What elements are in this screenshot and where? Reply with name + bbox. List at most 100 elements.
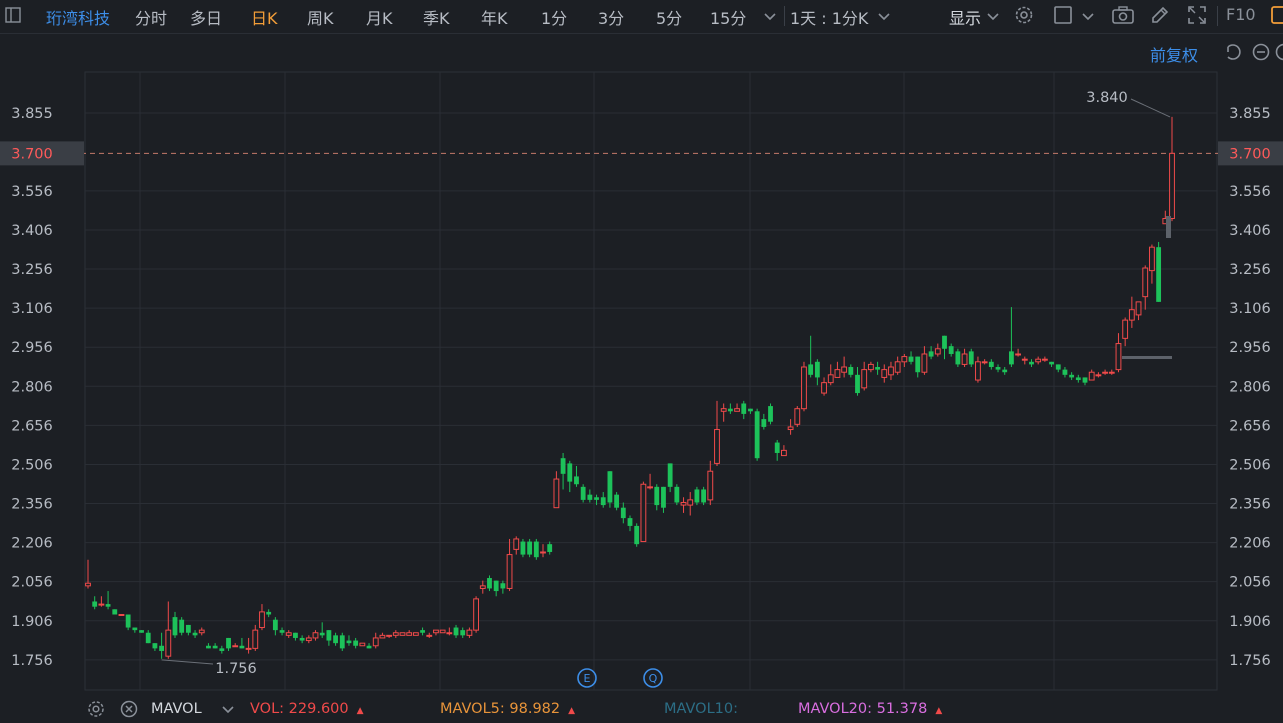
candle-body bbox=[955, 351, 960, 364]
candle-body bbox=[735, 409, 740, 412]
candle-body bbox=[929, 351, 934, 356]
tab-yearly-k[interactable]: 年K bbox=[481, 5, 508, 29]
candle-body bbox=[487, 578, 492, 588]
indicator-settings-gear-icon[interactable] bbox=[86, 699, 106, 719]
candle-body bbox=[494, 581, 499, 591]
high-annotation: 3.840 bbox=[1086, 90, 1128, 106]
fullscreen-icon[interactable] bbox=[1186, 4, 1208, 26]
candle-body bbox=[721, 409, 726, 412]
candle-body bbox=[601, 497, 606, 505]
tab-multi-day[interactable]: 多日 bbox=[190, 5, 222, 29]
y-tick-label-left: 2.656 bbox=[11, 418, 53, 434]
indicator-chevron-icon[interactable] bbox=[220, 701, 236, 717]
candle-body bbox=[795, 409, 800, 425]
candle-body bbox=[260, 612, 265, 628]
mavol5-value: 98.982 bbox=[509, 701, 560, 717]
candle-body bbox=[306, 638, 311, 641]
candle-body bbox=[1029, 362, 1034, 365]
candle-body bbox=[741, 403, 746, 413]
candle-body bbox=[695, 489, 700, 502]
f10-button[interactable]: F10 bbox=[1226, 5, 1256, 24]
candle-body bbox=[1049, 362, 1054, 365]
tab-monthly-k[interactable]: 月K bbox=[366, 5, 393, 29]
candle-body bbox=[434, 630, 439, 633]
display-menu[interactable]: 显示 bbox=[949, 5, 981, 29]
mavol5-readout: MAVOL5: 98.982▲ bbox=[440, 701, 575, 717]
candle-body bbox=[855, 375, 860, 393]
candle-body bbox=[427, 635, 432, 636]
candle-body bbox=[614, 495, 619, 508]
tab-15min[interactable]: 15分 bbox=[710, 5, 746, 29]
candle-body bbox=[882, 370, 887, 378]
candle-body bbox=[648, 487, 653, 488]
tab-daily-k[interactable]: 日K bbox=[251, 5, 278, 29]
candlestick-chart[interactable]: 3.8553.8553.5563.5563.4063.4063.2563.256… bbox=[0, 34, 1283, 694]
event-marker-label: E bbox=[584, 672, 591, 685]
mavol5-up-marker: ▲ bbox=[568, 706, 575, 716]
candle-body bbox=[92, 601, 97, 606]
candle-body bbox=[1083, 377, 1088, 382]
display-chevron-icon[interactable] bbox=[985, 8, 1001, 24]
indicator-close-icon[interactable] bbox=[119, 699, 139, 719]
y-tick-label-left: 2.806 bbox=[11, 379, 53, 395]
candle-body bbox=[561, 458, 566, 474]
y-tick-label-left: 1.756 bbox=[11, 653, 53, 669]
candle-body bbox=[748, 409, 753, 412]
candle-body bbox=[895, 362, 900, 372]
interval-select[interactable]: 1天 : 1分K bbox=[790, 5, 868, 29]
candle-body bbox=[106, 604, 111, 607]
pen-icon[interactable] bbox=[1149, 4, 1171, 26]
interval-chevron-icon[interactable] bbox=[875, 7, 893, 25]
indicator-name[interactable]: MAVOL bbox=[151, 701, 202, 717]
candle-body bbox=[715, 430, 720, 464]
candle-body bbox=[935, 349, 940, 354]
candle-body bbox=[668, 463, 673, 486]
more-tabs-chevron-icon[interactable] bbox=[761, 7, 779, 25]
tab-quarterly-k[interactable]: 季K bbox=[423, 5, 450, 29]
indicator-bar: MAVOL VOL: 229.600▲ MAVOL5: 98.982▲ MAVO… bbox=[0, 696, 1283, 722]
candle-body bbox=[387, 635, 392, 636]
candle-body bbox=[976, 362, 981, 380]
candle-body bbox=[608, 471, 613, 502]
candle-body bbox=[179, 620, 184, 633]
y-tick-label-right: 2.656 bbox=[1229, 418, 1271, 434]
candle-body bbox=[674, 487, 679, 503]
tab-intraday[interactable]: 分时 bbox=[135, 5, 167, 29]
candle-body bbox=[447, 633, 452, 634]
mavol10-label: MAVOL10: bbox=[664, 701, 738, 717]
candle-body bbox=[1009, 351, 1014, 364]
y-tick-label-right: 3.256 bbox=[1229, 262, 1271, 278]
tab-weekly-k[interactable]: 周K bbox=[307, 5, 334, 29]
y-tick-label-left: 1.906 bbox=[11, 614, 53, 630]
candle-body bbox=[848, 367, 853, 375]
panel-toggle-icon[interactable] bbox=[1270, 5, 1283, 25]
y-tick-label-left: 3.406 bbox=[11, 223, 53, 239]
candle-body bbox=[413, 633, 418, 636]
candle-body bbox=[500, 583, 505, 588]
candle-body bbox=[628, 518, 633, 526]
candle-body bbox=[193, 633, 198, 636]
camera-icon[interactable] bbox=[1111, 4, 1133, 26]
candle-body bbox=[1096, 375, 1101, 376]
sidebar-toggle-icon[interactable] bbox=[4, 6, 22, 24]
stock-name[interactable]: 珩湾科技 bbox=[46, 5, 110, 29]
candle-body bbox=[989, 362, 994, 367]
candle-body bbox=[768, 406, 773, 422]
candle-body bbox=[922, 354, 927, 372]
candle-body bbox=[1022, 359, 1027, 360]
tab-5min[interactable]: 5分 bbox=[656, 5, 682, 29]
y-tick-label-right: 2.206 bbox=[1229, 536, 1271, 552]
square-icon[interactable] bbox=[1052, 4, 1074, 26]
square-chevron-icon[interactable] bbox=[1080, 8, 1096, 24]
candle-body bbox=[239, 646, 244, 649]
tab-3min[interactable]: 3分 bbox=[598, 5, 624, 29]
candle-body bbox=[828, 375, 833, 383]
tab-1min[interactable]: 1分 bbox=[541, 5, 567, 29]
candle-body bbox=[634, 526, 639, 544]
settings-gear-icon[interactable] bbox=[1013, 4, 1035, 26]
y-tick-label-left: 3.256 bbox=[11, 262, 53, 278]
y-tick-label-right: 3.406 bbox=[1229, 223, 1271, 239]
vol-readout: VOL: 229.600▲ bbox=[250, 701, 364, 717]
candle-body bbox=[521, 542, 526, 555]
candle-body bbox=[286, 633, 291, 636]
